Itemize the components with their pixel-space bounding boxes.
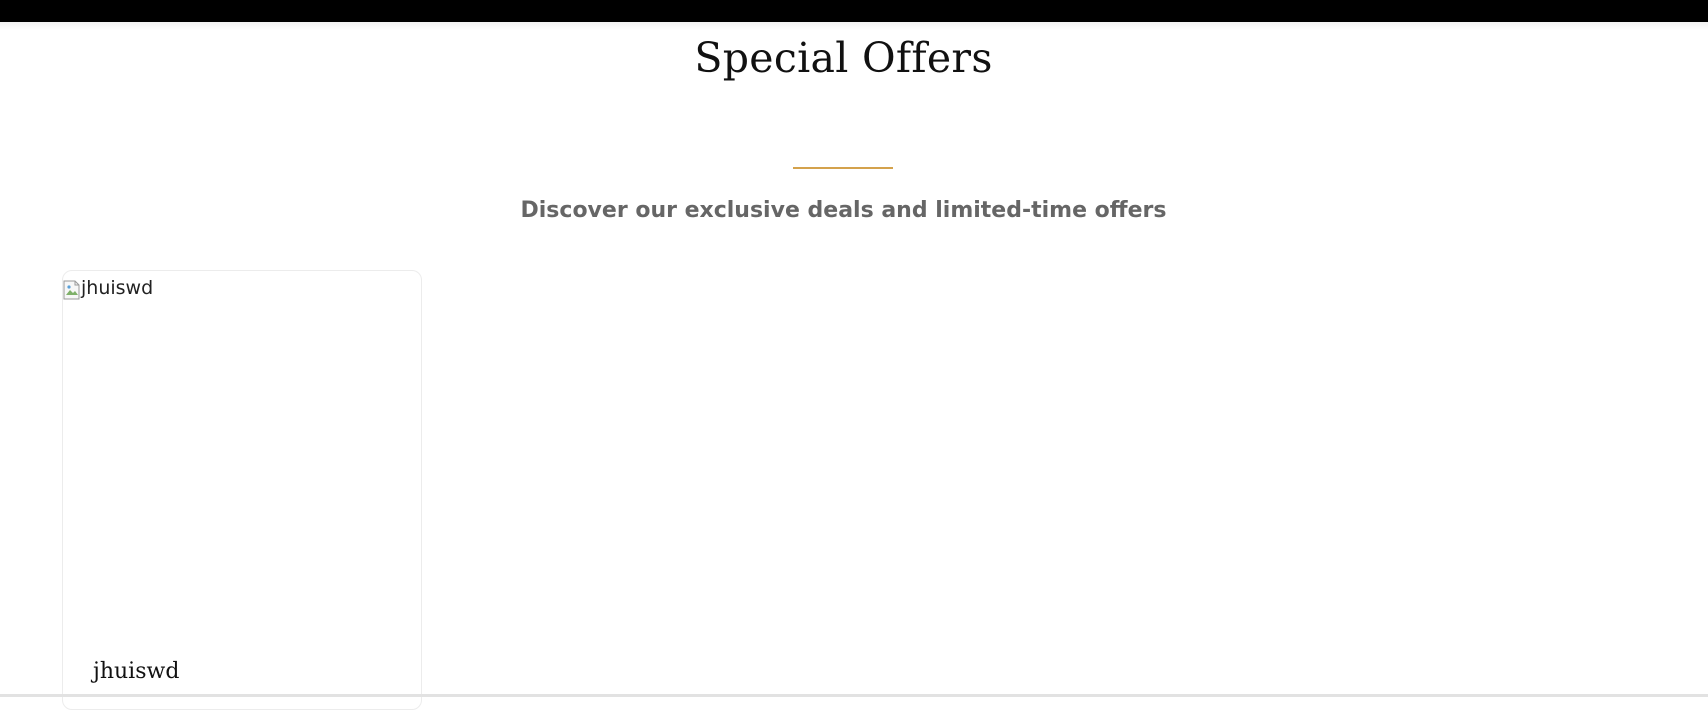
offer-card[interactable]: jhuiswd jhuiswd xyxy=(62,270,422,710)
offer-title[interactable]: jhuiswd xyxy=(93,657,179,687)
offer-image[interactable]: jhuiswd xyxy=(63,271,421,641)
title-divider xyxy=(793,167,893,169)
page-title: Special Offers xyxy=(694,34,993,82)
broken-image-icon xyxy=(63,277,81,299)
top-bar xyxy=(0,0,1708,22)
page-subtitle: Discover our exclusive deals and limited… xyxy=(520,198,1167,223)
offer-image-alt-text: jhuiswd xyxy=(81,277,154,299)
